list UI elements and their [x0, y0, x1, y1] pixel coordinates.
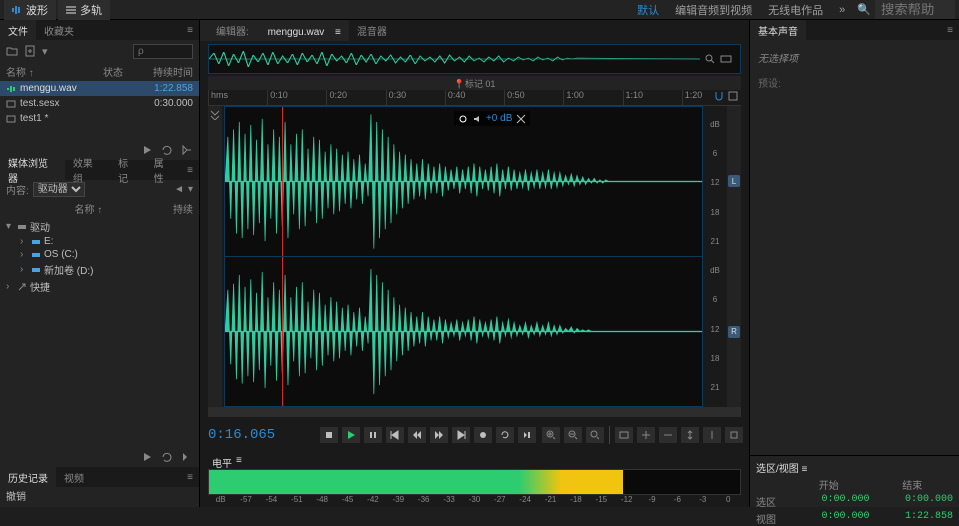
multitrack-icon	[66, 5, 76, 15]
play-icon[interactable]	[141, 451, 153, 463]
rewind-button[interactable]	[407, 426, 427, 444]
expand-icon[interactable]	[516, 114, 526, 124]
panel-menu[interactable]: ≡	[181, 472, 199, 483]
horizontal-scrollbar[interactable]	[208, 407, 741, 417]
history-item[interactable]: 撤销	[0, 487, 199, 504]
session-file-icon	[6, 99, 16, 109]
file-row[interactable]: menggu.wav 1:22.858	[0, 81, 199, 96]
volume-icon	[472, 114, 482, 124]
drive-icon	[17, 222, 27, 232]
help-search-input[interactable]	[875, 0, 955, 19]
forward-button[interactable]	[429, 426, 449, 444]
timecode-display[interactable]: 0:16.065	[208, 427, 275, 443]
preset-label: 预设:	[758, 71, 951, 94]
pin-icon[interactable]	[458, 114, 468, 124]
loop-icon[interactable]	[161, 451, 173, 463]
files-filter-input[interactable]	[133, 44, 193, 59]
panel-menu[interactable]: ≡	[181, 165, 199, 176]
file-row[interactable]: test1 *	[0, 111, 199, 126]
workspace-more[interactable]: »	[831, 2, 853, 18]
autoplay-icon[interactable]	[181, 451, 193, 463]
pause-button[interactable]	[363, 426, 383, 444]
audio-file-icon	[6, 84, 16, 94]
timeline-ruler[interactable]: hms0:100:200:300:400:501:001:101:20	[208, 90, 741, 106]
search-icon: 🔍	[857, 3, 871, 16]
meter-scale: dB-57-54-51-48-45-42-39-36-33-30-27-24-2…	[208, 495, 741, 507]
tree-row[interactable]: ›E:	[0, 235, 199, 248]
snap-icon[interactable]	[727, 90, 739, 102]
tree-row[interactable]: ›快捷	[0, 278, 199, 295]
prev-button[interactable]	[385, 426, 405, 444]
autoplay-icon[interactable]	[181, 144, 193, 156]
channel-labels: L R	[727, 106, 741, 407]
magnet-icon[interactable]	[713, 90, 725, 102]
drive-select[interactable]: 驱动器	[33, 182, 85, 197]
zoom-full-button[interactable]	[585, 426, 605, 444]
tab-editor[interactable]: 编辑器: menggu.wav ≡	[200, 20, 349, 41]
zoom-in-point-button[interactable]	[636, 426, 656, 444]
skip-silence-button[interactable]	[517, 426, 537, 444]
tab-history[interactable]: 历史记录	[0, 467, 56, 488]
zoom-out-amp-button[interactable]	[702, 426, 722, 444]
channel-expand-icon[interactable]	[210, 110, 220, 120]
waveform-display[interactable]: +0 dB	[224, 106, 703, 407]
db-scale-left: dB6121821 dB6121821	[705, 106, 725, 407]
files-col-status[interactable]: 状态	[103, 64, 143, 79]
tab-essential-sound[interactable]: 基本声音	[750, 20, 806, 41]
hud-overlay[interactable]: +0 dB	[454, 111, 530, 126]
files-col-name[interactable]: 名称 ↑	[6, 64, 103, 79]
view-toggle-icon[interactable]	[720, 53, 732, 65]
loop-button[interactable]	[495, 426, 515, 444]
marker-strip[interactable]: 📍标记 01	[208, 76, 741, 90]
zoom-in-amp-button[interactable]	[680, 426, 700, 444]
play-button[interactable]	[341, 426, 361, 444]
next-button[interactable]	[451, 426, 471, 444]
new-file-icon[interactable]	[24, 45, 36, 57]
zoom-selection-button[interactable]	[614, 426, 634, 444]
workspace-radio[interactable]: 无线电作品	[760, 0, 831, 20]
tab-files[interactable]: 文件	[0, 20, 36, 41]
zoom-in-time-button[interactable]	[541, 426, 561, 444]
tab-levels[interactable]: 电平	[208, 455, 236, 469]
file-row[interactable]: test.sesx 0:30.000	[0, 96, 199, 111]
waveform-overview[interactable]	[208, 44, 741, 74]
playhead[interactable]	[282, 107, 283, 256]
view-start-value[interactable]: 0:00.000	[788, 511, 870, 526]
workspace-video[interactable]: 编辑音频到视频	[667, 0, 760, 20]
record-button[interactable]	[473, 426, 493, 444]
drive-icon	[31, 265, 41, 275]
chevron-right-icon[interactable]: ▾	[188, 184, 193, 195]
level-meter	[208, 469, 741, 495]
view-end-value[interactable]: 1:22.858	[872, 511, 954, 526]
drive-icon	[31, 237, 41, 247]
panel-menu[interactable]: ≡	[941, 25, 959, 36]
files-col-duration[interactable]: 持续时间	[143, 64, 193, 79]
session-file-icon	[6, 114, 16, 124]
zoom-out-point-button[interactable]	[658, 426, 678, 444]
marker[interactable]: 📍标记 01	[454, 77, 496, 90]
zoom-nav-icon[interactable]	[704, 53, 716, 65]
tree-row[interactable]: ›新加卷 (D:)	[0, 261, 199, 278]
tab-favorites[interactable]: 收藏夹	[36, 20, 82, 41]
workspace-default[interactable]: 默认	[629, 0, 667, 20]
mode-multitrack-tab[interactable]: 多轨	[58, 0, 110, 20]
tab-mixer[interactable]: 混音器	[349, 20, 395, 41]
tree-row[interactable]: ›OS (C:)	[0, 248, 199, 261]
chevron-left-icon[interactable]: ◄	[174, 184, 184, 195]
shortcut-icon	[17, 282, 27, 292]
playhead[interactable]	[282, 257, 283, 406]
tab-video[interactable]: 视频	[56, 467, 92, 488]
open-file-icon[interactable]	[6, 45, 18, 57]
tree-row[interactable]: ▾驱动	[0, 218, 199, 235]
zoom-out-time-button[interactable]	[563, 426, 583, 444]
tab-selection-view[interactable]: 选区/视图	[756, 464, 799, 475]
mode-waveform-tab[interactable]: 波形	[4, 0, 56, 20]
waveform-icon	[12, 5, 22, 15]
empty-selection-text: 无选择项	[758, 44, 951, 71]
drive-icon	[31, 250, 41, 260]
panel-menu[interactable]: ≡	[181, 25, 199, 36]
zoom-reset-amp-button[interactable]	[724, 426, 744, 444]
stop-button[interactable]	[319, 426, 339, 444]
